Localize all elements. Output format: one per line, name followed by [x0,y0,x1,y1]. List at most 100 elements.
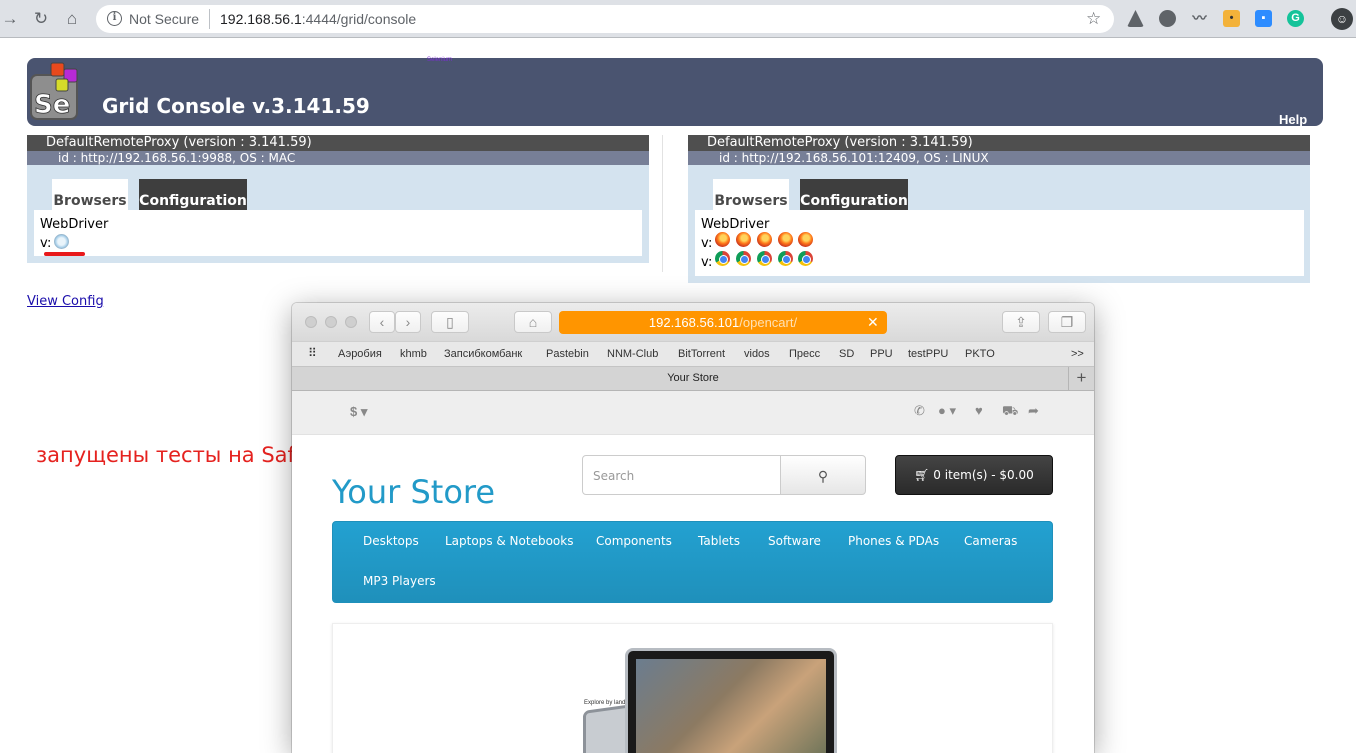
window-close-button[interactable] [305,316,317,328]
zoom-extension-icon[interactable]: ▪ [1255,10,1272,27]
safari-address-bar[interactable]: 192.168.56.101/opencart/ [559,311,887,334]
back-arrow-icon[interactable]: → [0,9,20,29]
url-separator [209,9,210,29]
menu-item-desktops[interactable]: Desktops [363,534,419,548]
version-label: v: [701,255,713,270]
webdriver-label: WebDriver [701,217,770,232]
favorite-item[interactable]: PPU [870,348,893,360]
firefox-icon[interactable] [736,232,751,247]
grammarly-icon[interactable]: G [1287,10,1304,27]
safari-toolbar: ‹ › ▯ ⌂ 192.168.56.101/opencart/ ✕ ⇪ ❐ [292,303,1094,341]
account-icon[interactable]: ● ▾ [938,403,956,419]
sidebar-icon[interactable]: ▯ [431,311,469,333]
url-path: :4444/grid/console [301,11,417,27]
grid-apps-icon[interactable]: ⠿ [308,346,317,360]
window-minimize-button[interactable] [325,316,337,328]
favorite-item[interactable]: Аэробия [338,348,382,360]
window-zoom-button[interactable] [345,316,357,328]
pulse-extension-icon[interactable]: 〰 [1191,10,1208,27]
tab-configuration[interactable]: Configuration [139,179,247,213]
url-host: 192.168.56.1 [220,11,302,27]
proxy-divider [662,135,663,272]
laptop-image [625,648,837,753]
favorite-item[interactable]: khmb [400,348,427,360]
menu-item-phones[interactable]: Phones & PDAs [848,534,939,548]
firefox-icon[interactable] [715,232,730,247]
favorite-item[interactable]: NNM-Club [607,348,658,360]
chrome-icon[interactable] [798,251,813,266]
heart-icon[interactable]: ♥ [975,403,983,418]
safari-icon[interactable] [54,234,69,249]
proxy-id: id : http://192.168.56.1:9988, OS : MAC [27,151,649,165]
home-icon[interactable]: ⌂ [62,9,82,29]
favorite-item[interactable]: Пресс [789,348,820,360]
cart-label: 0 item(s) - $0.00 [933,468,1034,482]
proxy-title: DefaultRemoteProxy (version : 3.141.59) [27,135,649,151]
back-chevron-icon[interactable]: ‹ [369,311,395,333]
chrome-icon[interactable] [778,251,793,266]
new-tab-button[interactable]: + [1068,367,1094,391]
currency-dropdown[interactable]: $ ▾ [350,404,367,420]
help-link[interactable]: Help [1279,112,1307,127]
chrome-icon[interactable] [757,251,772,266]
face-extension-icon[interactable]: • [1223,10,1240,27]
menu-item-mp3[interactable]: MP3 Players [363,574,436,588]
favorite-item[interactable]: Запсибкомбанк [444,348,522,360]
proxy-card-linux: DefaultRemoteProxy (version : 3.141.59) … [688,135,1310,283]
firefox-icon[interactable] [757,232,772,247]
favorites-bar: ⠿ Аэробия khmb Запсибкомбанк Pastebin NN… [292,341,1094,367]
safari-url-host: 192.168.56.101 [648,315,740,330]
favorite-item[interactable]: vidos [744,348,770,360]
chrome-icon[interactable] [715,251,730,266]
menu-item-laptops[interactable]: Laptops & Notebooks [445,534,573,548]
store-logo[interactable]: Your Store [332,473,495,511]
view-config-link[interactable]: View Config [27,294,104,309]
search-input[interactable]: Search [582,455,781,495]
tab-configuration[interactable]: Configuration [800,179,908,213]
firefox-icon[interactable] [778,232,793,247]
profile-avatar-icon[interactable]: ☺ [1331,8,1353,30]
favorite-item[interactable]: BitTorrent [678,348,725,360]
forward-chevron-icon[interactable]: › [395,311,421,333]
menu-item-software[interactable]: Software [768,534,821,548]
menu-item-components[interactable]: Components [596,534,672,548]
reload-icon[interactable]: ↻ [31,9,51,29]
webdriver-label: WebDriver [40,217,109,232]
menu-item-tablets[interactable]: Tablets [698,534,740,548]
url-text[interactable]: 192.168.56.1:4444/grid/console [220,11,416,27]
slide-caption: Explore by land. [584,700,628,706]
share-icon[interactable]: ⇪ [1002,311,1040,333]
category-menu: Desktops Laptops & Notebooks Components … [332,521,1053,603]
info-icon[interactable]: i [107,11,122,26]
home-icon[interactable]: ⌂ [514,311,552,333]
chrome-icon[interactable] [736,251,751,266]
browsers-panel: WebDriver v: v: [695,210,1304,276]
firefox-icon[interactable] [798,232,813,247]
safari-url-path: /opencart/ [739,315,798,330]
tab-browsers[interactable]: Browsers [713,179,789,213]
share-arrow-icon[interactable]: ➦ [1028,403,1039,419]
favorite-item[interactable]: SD [839,348,854,360]
cart-icon[interactable]: ⛟ [1002,403,1018,421]
cart-button[interactable]: 🛒︎ 0 item(s) - $0.00 [895,455,1053,495]
stop-loading-icon[interactable]: ✕ [867,311,879,334]
phone-icon[interactable]: ✆ [914,403,925,419]
star-icon[interactable]: ☆ [1086,9,1101,29]
opencart-top-bar: $ ▾ ✆ ● ▾ ♥ ⛟ ➦ [292,391,1094,435]
tab-title[interactable]: Your Store [292,372,1094,384]
selenium-tiny-link[interactable]: Selenium [427,57,452,63]
favorite-item[interactable]: PKTO [965,348,995,360]
tab-browsers[interactable]: Browsers [52,179,128,213]
menu-item-cameras[interactable]: Cameras [964,534,1017,548]
safari-window: ‹ › ▯ ⌂ 192.168.56.101/opencart/ ✕ ⇪ ❐ ⠿… [292,303,1094,753]
favorite-item[interactable]: testPPU [908,348,948,360]
tabs-overview-icon[interactable]: ❐ [1048,311,1086,333]
search-button[interactable]: ⚲ [780,455,866,495]
extension-circle-icon[interactable] [1159,10,1176,27]
favorite-item[interactable]: Pastebin [546,348,589,360]
security-label[interactable]: Not Secure [129,11,199,27]
safari-tab-bar: Your Store + [292,367,1094,391]
more-favorites-button[interactable]: >> [1071,348,1084,360]
laptop-screen-photo [636,659,826,753]
slideshow-banner[interactable]: Explore by land. [332,623,1053,753]
